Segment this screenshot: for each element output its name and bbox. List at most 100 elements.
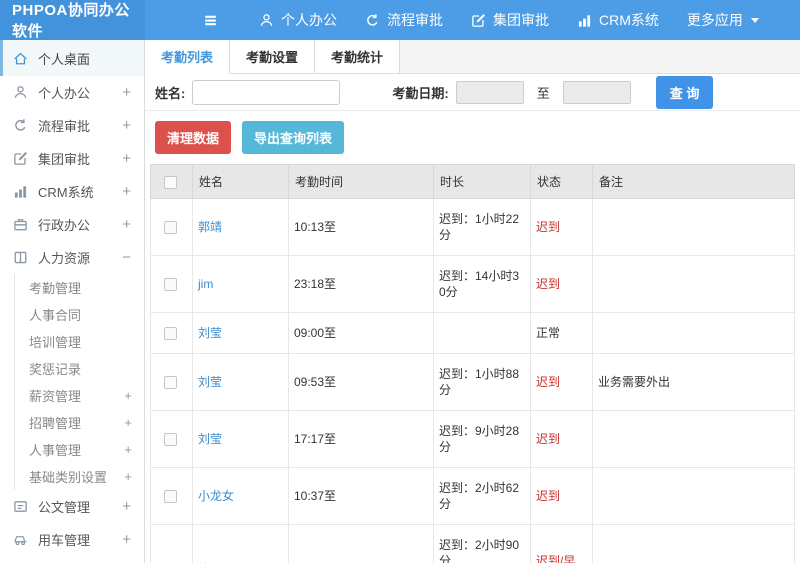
top-nav-item-group-approval[interactable]: 集团审批 xyxy=(457,0,563,40)
name-link[interactable]: 刘莹 xyxy=(198,432,222,446)
status-cell: 正常 xyxy=(530,312,593,354)
expand-icon[interactable]: + xyxy=(122,499,131,514)
row-checkbox[interactable] xyxy=(164,221,177,235)
sidebar-subitem-basic-category-settings[interactable]: 基础类别设置 + xyxy=(15,463,144,490)
main-content: 考勤列表 考勤设置 考勤统计 姓名: 考勤日期: 至 查 询 清理数据 导出查询列表… xyxy=(145,40,800,563)
export-list-button[interactable]: 导出查询列表 xyxy=(242,121,345,154)
name-cell: 小龙女 xyxy=(192,467,289,525)
sidebar-item-human-resources[interactable]: 人力资源 − xyxy=(0,241,144,274)
status-cell: 迟到 xyxy=(530,198,593,256)
name-cell: jim xyxy=(192,255,289,313)
tab-attendance-list[interactable]: 考勤列表 xyxy=(145,40,231,74)
tab-bar: 考勤列表 考勤设置 考勤统计 xyxy=(145,40,800,74)
search-button[interactable]: 查 询 xyxy=(655,75,714,109)
expand-icon[interactable]: + xyxy=(124,443,132,456)
name-link[interactable]: jim xyxy=(198,277,213,291)
chart-icon xyxy=(13,184,29,199)
sidebar-item-group-approval[interactable]: 集团审批 + xyxy=(0,142,144,175)
duration-cell: 迟到：9小时28分 xyxy=(433,410,531,468)
expand-icon[interactable]: + xyxy=(122,151,131,166)
time-cell: 10:37至 xyxy=(288,467,434,525)
date-to-input[interactable] xyxy=(562,80,631,104)
remark-cell: 业务需要外出 xyxy=(592,353,795,411)
top-nav-item-more-apps[interactable]: 更多应用 xyxy=(673,0,773,40)
select-all-checkbox[interactable] xyxy=(164,175,177,189)
attendance-table: 姓名 考勤时间 时长 状态 备注 郭靖 10:13至 迟到：1小时22分 迟到 jim 2… xyxy=(150,164,795,563)
row-select-cell xyxy=(150,353,193,411)
name-input[interactable] xyxy=(192,79,341,105)
tab-attendance-stats[interactable]: 考勤统计 xyxy=(315,40,401,74)
sidebar-subitem-hr-contract[interactable]: 人事合同 xyxy=(15,301,144,328)
name-cell: 刘莹 xyxy=(192,410,289,468)
row-checkbox[interactable] xyxy=(164,376,177,390)
sidebar-item-label: 人力资源 xyxy=(38,251,91,266)
row-checkbox[interactable] xyxy=(164,433,177,447)
expand-icon[interactable]: + xyxy=(122,184,131,199)
sidebar-item-label: 集团审批 xyxy=(38,152,91,167)
sidebar-item-document-management[interactable]: 公文管理 + xyxy=(0,490,144,523)
sidebar-item-admin-office[interactable]: 行政办公 + xyxy=(0,208,144,241)
menu-toggle-icon[interactable] xyxy=(197,0,223,40)
name-link[interactable]: 刘莹 xyxy=(198,326,222,340)
top-nav-item-personal-office[interactable]: 个人办公 xyxy=(245,0,351,40)
tab-attendance-settings[interactable]: 考勤设置 xyxy=(230,40,316,74)
sidebar-item-workflow-approval[interactable]: 流程审批 + xyxy=(0,109,144,142)
sidebar-item-crm-system[interactable]: CRM系统 + xyxy=(0,175,144,208)
expand-icon[interactable]: + xyxy=(124,470,132,483)
sidebar-subitem-label: 薪资管理 xyxy=(29,389,82,404)
col-status: 状态 xyxy=(530,164,593,199)
process-icon xyxy=(13,118,29,133)
sidebar-subitem-reward-punishment-record[interactable]: 奖惩记录 xyxy=(15,355,144,382)
duration-cell: 迟到：1小时88分 xyxy=(433,353,531,411)
duration-cell xyxy=(433,312,531,354)
sidebar-item-personal-desktop[interactable]: 个人桌面 xyxy=(0,40,144,76)
duration-line: 迟到：1小时22分 xyxy=(439,212,520,242)
name-link[interactable]: 刘莹 xyxy=(198,375,222,389)
time-cell: 09:53至 xyxy=(288,353,434,411)
duration-cell: 迟到：14小时30分 xyxy=(433,255,531,313)
sidebar-subitem-training-management[interactable]: 培训管理 xyxy=(15,328,144,355)
remark-cell xyxy=(592,198,795,256)
sidebar-subitem-recruitment-management[interactable]: 招聘管理 + xyxy=(15,409,144,436)
sidebar-item-vehicle-management[interactable]: 用车管理 + xyxy=(0,523,144,556)
col-time: 考勤时间 xyxy=(288,164,434,199)
sidebar-subitem-salary-management[interactable]: 薪资管理 + xyxy=(15,382,144,409)
sidebar-subitem-label: 考勤管理 xyxy=(29,281,82,296)
expand-icon[interactable]: + xyxy=(122,532,131,547)
sidebar-subitem-label: 招聘管理 xyxy=(29,416,82,431)
top-nav-item-workflow-approval[interactable]: 流程审批 xyxy=(351,0,457,40)
expand-icon[interactable]: + xyxy=(124,416,132,429)
expand-icon[interactable]: + xyxy=(122,217,131,232)
expand-icon[interactable]: − xyxy=(122,250,131,265)
row-checkbox[interactable] xyxy=(164,327,177,341)
date-from-input[interactable] xyxy=(455,80,524,104)
name-cell: 刘莹 xyxy=(192,353,289,411)
status-badge: 迟到 xyxy=(536,220,561,234)
to-label: 至 xyxy=(536,85,550,101)
time-cell: 10:13至 xyxy=(288,198,434,256)
chart-icon xyxy=(577,13,592,28)
row-select-cell xyxy=(150,410,193,468)
row-select-cell xyxy=(150,255,193,313)
sidebar-subitem-personnel-management[interactable]: 人事管理 + xyxy=(15,436,144,463)
sidebar-item-personal-office[interactable]: 个人办公 + xyxy=(0,76,144,109)
expand-icon[interactable]: + xyxy=(124,389,132,402)
table-row: 刘莹 09:00至 正常 xyxy=(150,312,795,354)
col-duration: 时长 xyxy=(433,164,531,199)
name-link[interactable]: 郭靖 xyxy=(198,220,222,234)
sidebar-subitem-attendance-management[interactable]: 考勤管理 xyxy=(15,274,144,301)
top-nav-item-crm-system[interactable]: CRM系统 xyxy=(563,0,673,40)
name-link[interactable]: 小龙女 xyxy=(198,489,234,503)
status-badge: 迟到 xyxy=(536,277,561,291)
expand-icon[interactable]: + xyxy=(122,118,131,133)
row-checkbox[interactable] xyxy=(164,278,177,292)
date-label: 考勤日期: xyxy=(392,85,449,101)
top-nav-label: 个人办公 xyxy=(281,12,337,28)
row-checkbox[interactable] xyxy=(164,490,177,504)
sidebar-item-label: 公文管理 xyxy=(38,500,91,515)
status-badge: 迟到 xyxy=(536,432,561,446)
clean-data-button[interactable]: 清理数据 xyxy=(155,121,232,154)
expand-icon[interactable]: + xyxy=(122,85,131,100)
remark-cell xyxy=(592,255,795,313)
top-nav-label: CRM系统 xyxy=(599,12,659,28)
